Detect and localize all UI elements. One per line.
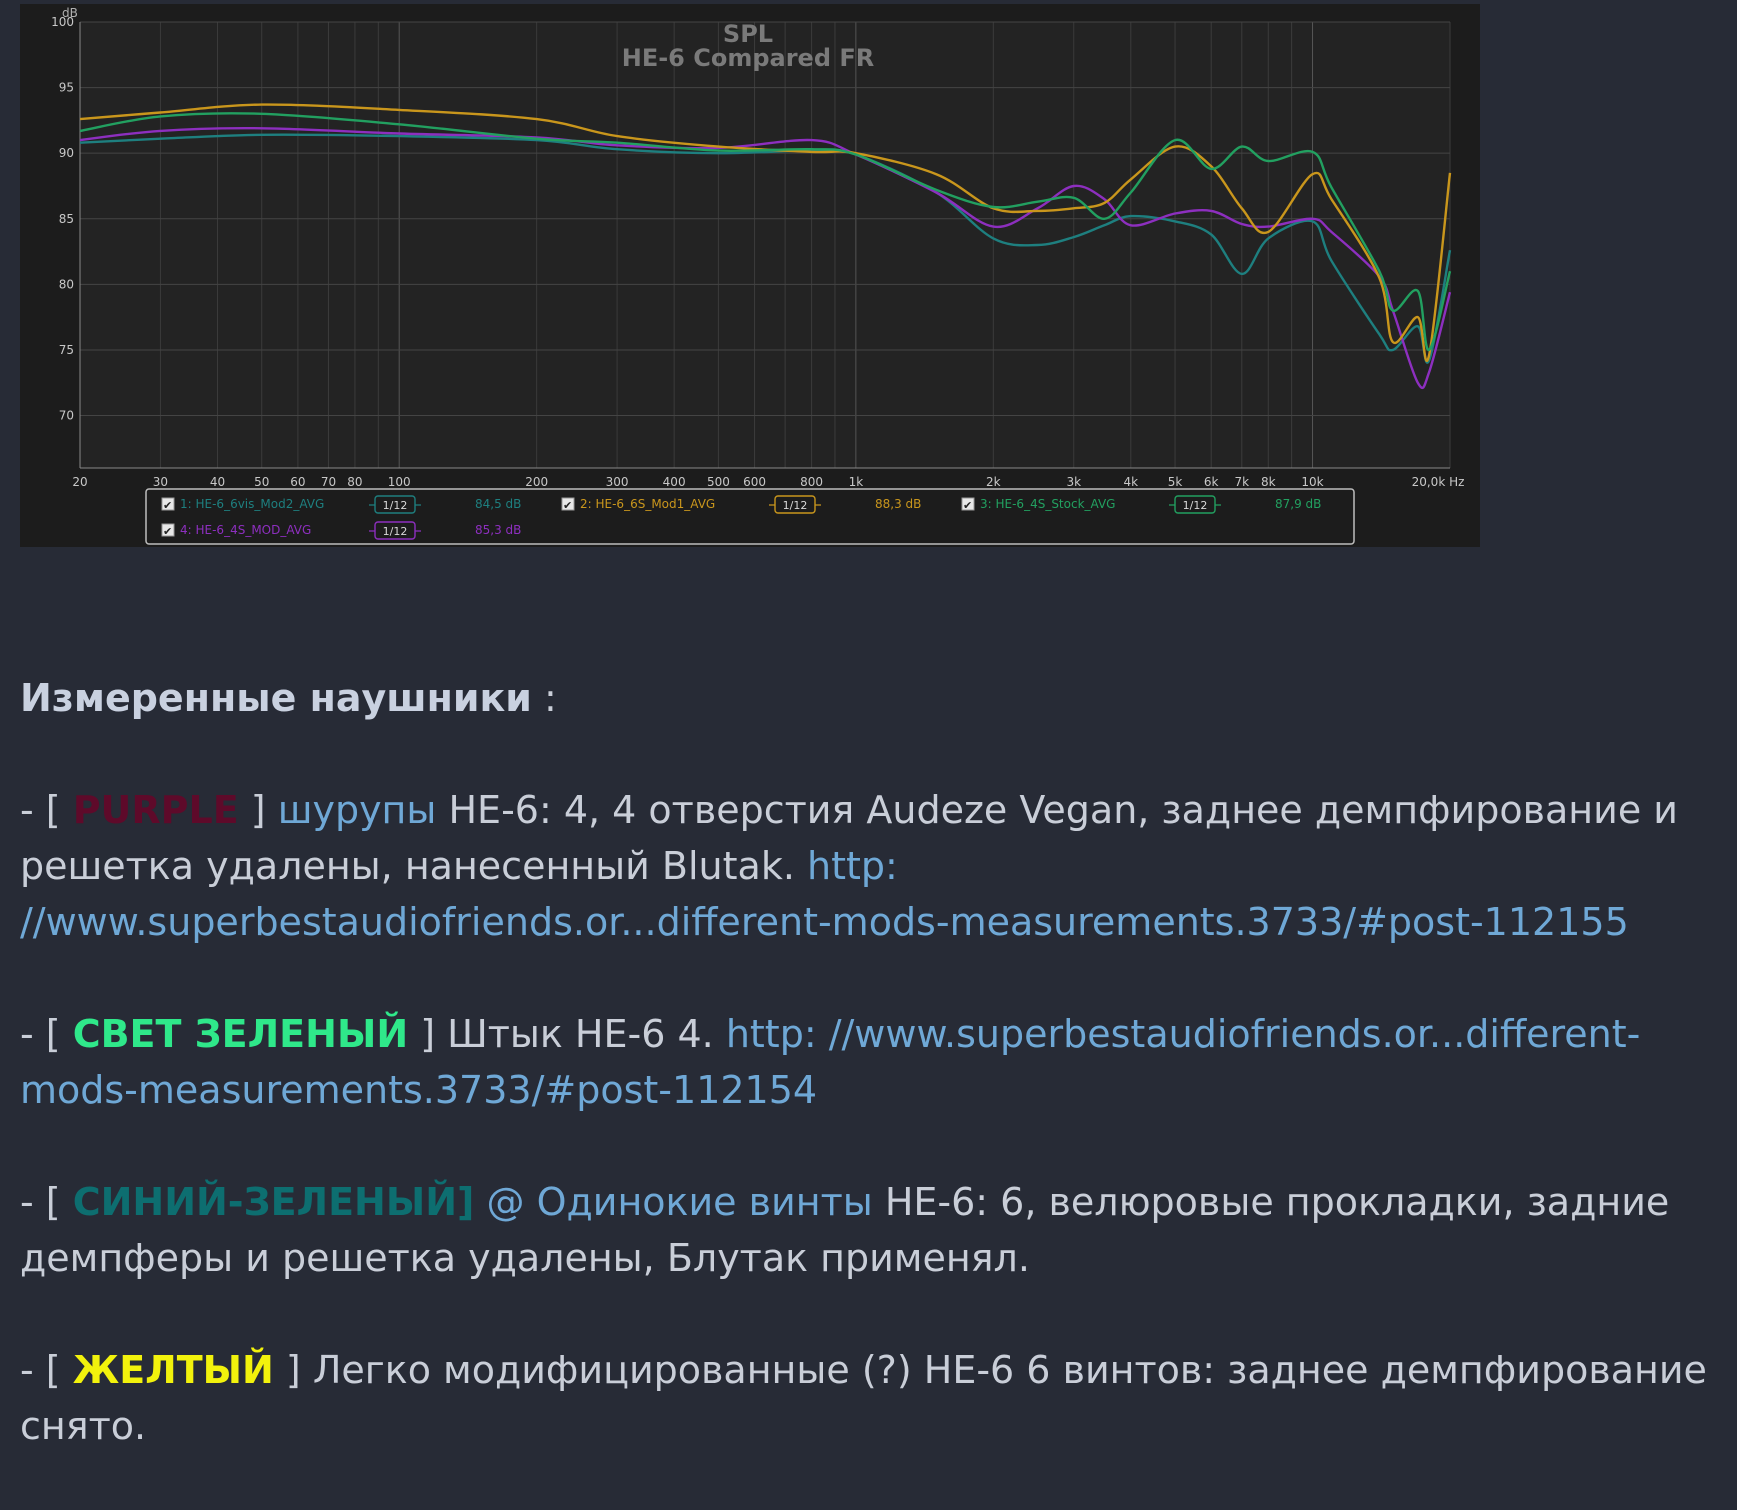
item-bracket: ] <box>238 788 278 832</box>
y-tick-label: 90 <box>59 146 74 160</box>
x-tick-label: 500 <box>707 475 730 489</box>
y-axis-label: dB <box>62 6 78 20</box>
legend-series-value: 85,3 dB <box>475 523 521 537</box>
item-prefix: - [ <box>20 1348 73 1392</box>
x-tick-label: 6k <box>1204 475 1219 489</box>
item-text: Штык HE-6 4. <box>447 1012 726 1056</box>
post-body: Измеренные наушники : - [ PURPLE ] шуруп… <box>20 670 1720 1510</box>
item-prefix: - [ <box>20 1180 73 1224</box>
list-item-blue-green: - [ СИНИЙ-ЗЕЛЕНЫЙ] @ Одинокие винты HE-6… <box>20 1174 1720 1286</box>
chart-subtitle: HE-6 Compared FR <box>622 44 875 72</box>
legend-smoothing-label: 1/12 <box>783 499 808 512</box>
item-prefix: - [ <box>20 1012 73 1056</box>
x-tick-label: 50 <box>254 475 269 489</box>
x-tick-label: 20 <box>72 475 87 489</box>
x-tick-label: 30 <box>153 475 168 489</box>
color-tag-purple: PURPLE <box>72 788 239 832</box>
color-tag-light-green: СВЕТ ЗЕЛЕНЫЙ <box>72 1012 409 1056</box>
x-tick-label: 400 <box>663 475 686 489</box>
x-tick-label: 1k <box>849 475 864 489</box>
checkmark-icon: ✔ <box>963 499 972 512</box>
legend-series-value: 87,9 dB <box>1275 497 1321 511</box>
x-tick-label: 200 <box>525 475 548 489</box>
x-tick-label: 2k <box>986 475 1001 489</box>
x-tick-label: 3k <box>1066 475 1081 489</box>
item-prefix: - [ <box>20 788 73 832</box>
list-item-purple: - [ PURPLE ] шурупы HE-6: 4, 4 отверстия… <box>20 782 1720 950</box>
list-item-yellow: - [ ЖЕЛТЫЙ ] Легко модифицированные (?) … <box>20 1342 1720 1454</box>
legend-series-value: 84,5 dB <box>475 497 521 511</box>
legend-box <box>145 488 1355 545</box>
x-tick-label: 100 <box>388 475 411 489</box>
y-tick-label: 75 <box>59 343 74 357</box>
legend-series-name: 1: HE-6_6vis_Mod2_AVG <box>180 497 324 511</box>
legend-series-name: 3: HE-6_4S_Stock_AVG <box>980 497 1115 511</box>
list-item-light-green: - [ СВЕТ ЗЕЛЕНЫЙ ] Штык HE-6 4. http: //… <box>20 1006 1720 1118</box>
y-tick-label: 70 <box>59 409 74 423</box>
legend-smoothing-label: 1/12 <box>383 525 408 538</box>
x-tick-label: 80 <box>347 475 362 489</box>
section-heading: Измеренные наушники : <box>20 670 1720 726</box>
color-tag-blue-green: СИНИЙ-ЗЕЛЕНЫЙ] <box>72 1180 475 1224</box>
x-tick-label: 40 <box>210 475 225 489</box>
y-tick-labels: 707580859095100 <box>51 15 74 423</box>
x-tick-label: 600 <box>743 475 766 489</box>
plot-area <box>80 22 1450 468</box>
x-tick-label: 70 <box>321 475 336 489</box>
legend-series-value: 88,3 dB <box>875 497 921 511</box>
y-tick-label: 85 <box>59 212 74 226</box>
screws-link[interactable]: шурупы <box>278 788 437 832</box>
x-tick-label: 300 <box>606 475 629 489</box>
color-tag-yellow: ЖЕЛТЫЙ <box>72 1348 274 1392</box>
legend-series-name: 4: HE-6_4S_MOD_AVG <box>180 523 311 537</box>
lonely-screws-link[interactable]: @ Одинокие винты <box>474 1180 872 1224</box>
chart-svg: 70 75 80 85 90 95 100 20 30 40 50 60 70 80 100 200 300 4… <box>51 6 1464 545</box>
x-tick-label: 20,0k Hz <box>1412 475 1465 489</box>
legend-smoothing-label: 1/12 <box>1183 499 1208 512</box>
checkmark-icon: ✔ <box>163 499 172 512</box>
y-tick-label: 80 <box>59 277 74 291</box>
x-tick-label: 10k <box>1301 475 1323 489</box>
item-bracket: ] <box>273 1348 313 1392</box>
x-tick-label: 5k <box>1168 475 1183 489</box>
heading-text: Измеренные наушники <box>20 676 532 720</box>
x-tick-label: 800 <box>800 475 823 489</box>
heading-suffix: : <box>531 676 557 720</box>
legend-series-name: 2: HE-6_6S_Mod1_AVG <box>580 497 715 511</box>
legend-smoothing-label: 1/12 <box>383 499 408 512</box>
checkmark-icon: ✔ <box>163 525 172 538</box>
x-tick-label: 8k <box>1261 475 1276 489</box>
x-tick-label: 7k <box>1234 475 1249 489</box>
x-tick-labels: 20 30 40 50 60 70 80 100 200 300 400 500 600 800 1k 2k 3… <box>72 475 1464 489</box>
x-tick-label: 4k <box>1124 475 1139 489</box>
checkmark-icon: ✔ <box>563 499 572 512</box>
y-tick-label: 95 <box>59 81 74 95</box>
x-tick-label: 60 <box>290 475 305 489</box>
frequency-response-chart: 70 75 80 85 90 95 100 20 30 40 50 60 70 80 100 200 300 4… <box>20 4 1480 547</box>
item-bracket: ] <box>408 1012 448 1056</box>
legend: ✔ 1: HE-6_6vis_Mod2_AVG 1/12 84,5 dB ✔ 2: HE-… <box>161 495 1321 540</box>
